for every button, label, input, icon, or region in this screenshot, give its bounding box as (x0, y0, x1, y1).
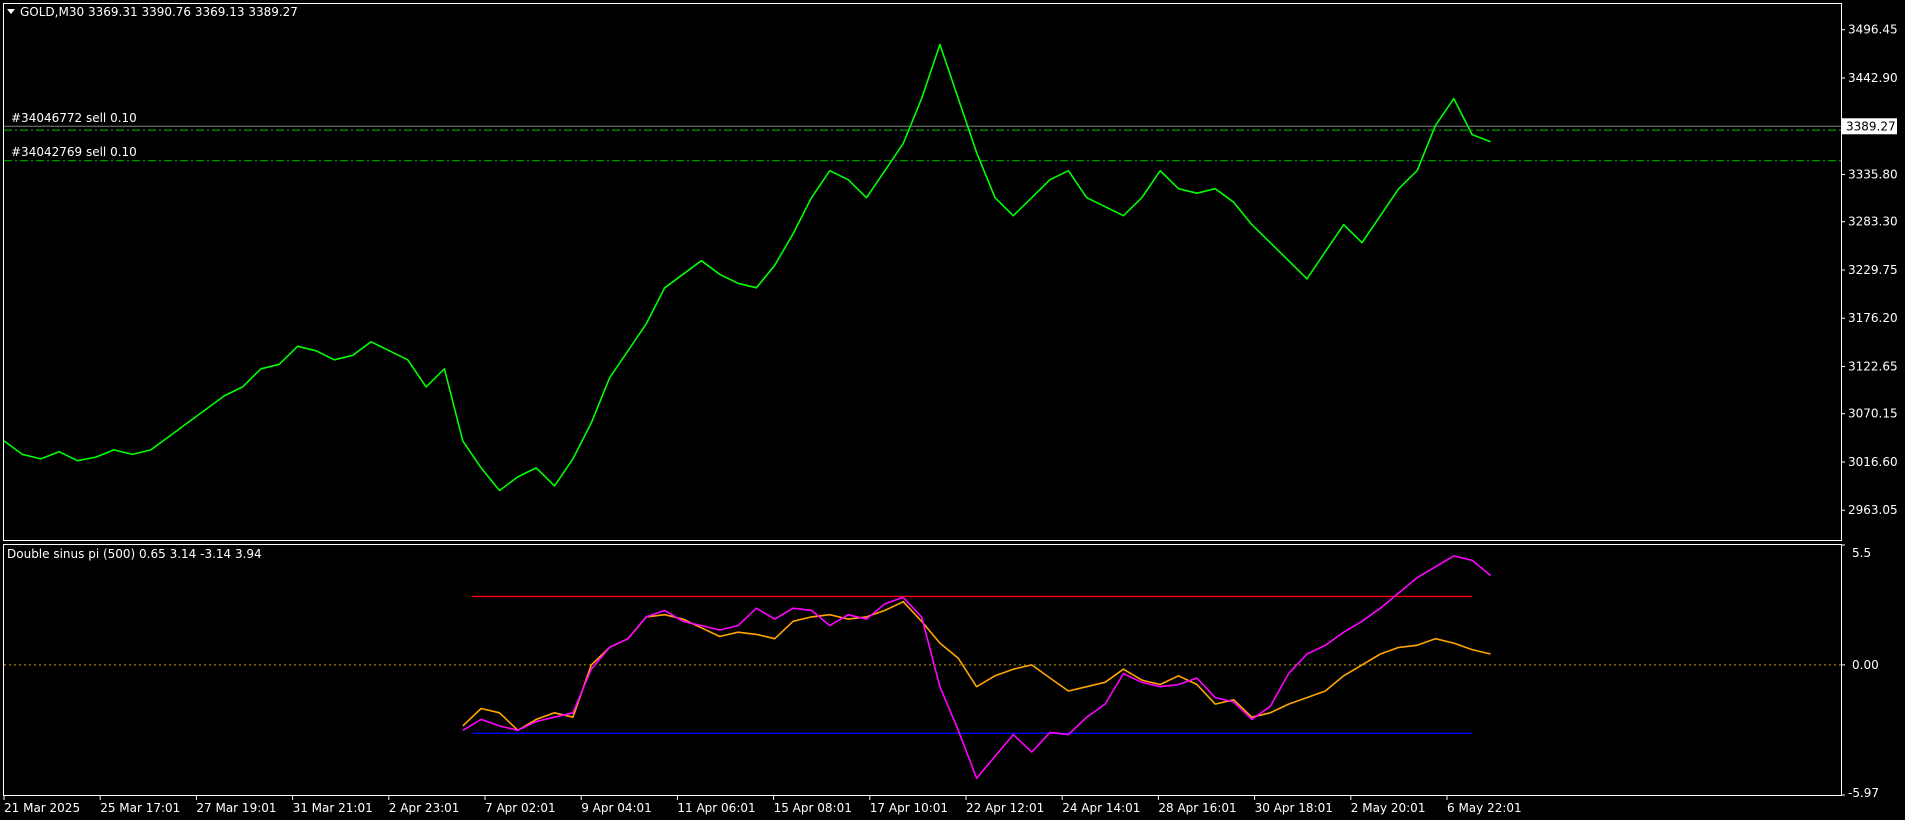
current-price-label: 3389.27 (1846, 119, 1896, 133)
indicator-tick-label: -5.97 (1848, 786, 1879, 800)
time-tick-label: 28 Apr 16:01 (1158, 801, 1236, 815)
price-tick-label: 3335.80 (1848, 167, 1898, 181)
price-tick-label: 3070.15 (1848, 407, 1898, 421)
time-tick-label: 27 Mar 19:01 (196, 801, 276, 815)
time-tick-label: 9 Apr 04:01 (581, 801, 652, 815)
time-tick-label: 2 May 20:01 (1351, 801, 1426, 815)
time-tick-label: 17 Apr 10:01 (870, 801, 948, 815)
price-tick-label: 3122.65 (1848, 359, 1898, 373)
order-label-1: #34046772 sell 0.10 (11, 111, 137, 125)
main-panel-frame (3, 3, 1842, 541)
time-tick-label: 25 Mar 17:01 (100, 801, 180, 815)
order-label-2: #34042769 sell 0.10 (11, 145, 137, 159)
indicator-tick-label: 0.00 (1852, 658, 1879, 672)
price-tick-label: 3176.20 (1848, 311, 1898, 325)
time-tick-label: 31 Mar 21:01 (293, 801, 373, 815)
chart-root: GOLD,M30 3369.31 3390.76 3369.13 3389.27… (3, 3, 1898, 815)
time-tick-label: 7 Apr 02:01 (485, 801, 556, 815)
indicator-title: Double sinus pi (500) 0.65 3.14 -3.14 3.… (7, 547, 262, 561)
indicator-axis: 5.5 0.00 -5.97 (1841, 544, 1879, 800)
time-tick-label: 21 Mar 2025 (4, 801, 80, 815)
time-tick-label: 2 Apr 23:01 (389, 801, 460, 815)
price-tick-label: 3016.60 (1848, 455, 1898, 469)
price-tick-label: 3496.45 (1848, 23, 1898, 37)
indicator-tick-label: 5.5 (1852, 546, 1871, 560)
symbol-name: GOLD,M30 (20, 5, 84, 19)
time-tick-label: 6 May 22:01 (1447, 801, 1522, 815)
price-tick-label: 2963.05 (1848, 503, 1898, 517)
symbol-ohlc: 3369.31 3390.76 3369.13 3389.27 (88, 5, 298, 19)
price-axis: 3496.453442.903389.353335.803283.303229.… (1841, 23, 1898, 517)
price-tick-label: 3229.75 (1848, 263, 1898, 277)
indicator-panel-frame (3, 544, 1842, 796)
time-axis: 21 Mar 2025 25 Mar 17:01 27 Mar 19:01 31 Ma… (3, 796, 1522, 815)
time-tick-label: 15 Apr 08:01 (774, 801, 852, 815)
time-tick-label: 30 Apr 18:01 (1255, 801, 1333, 815)
price-tick-label: 3442.90 (1848, 71, 1898, 85)
time-tick-label: 11 Apr 06:01 (677, 801, 755, 815)
time-tick-label: 22 Apr 12:01 (966, 801, 1044, 815)
price-tick-label: 3283.30 (1848, 215, 1898, 229)
time-tick-label: 24 Apr 14:01 (1062, 801, 1140, 815)
